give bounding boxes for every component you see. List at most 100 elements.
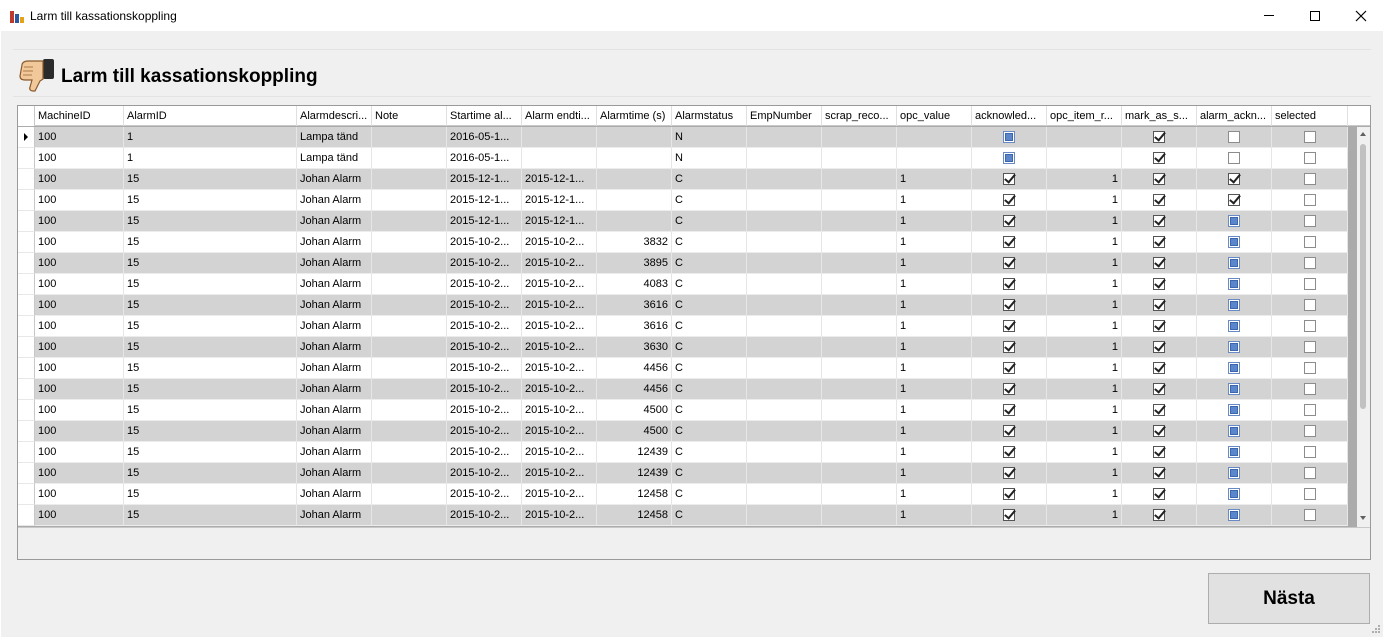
cell-emp[interactable] <box>747 505 822 526</box>
column-header-ack[interactable]: acknowled... <box>972 106 1047 126</box>
cell-end[interactable]: 2015-10-2... <box>522 463 597 484</box>
cell-note[interactable] <box>372 169 447 190</box>
resize-grip-icon[interactable] <box>1371 624 1381 634</box>
cell-status[interactable]: C <box>672 379 747 400</box>
checkbox-ack[interactable] <box>1003 194 1015 206</box>
cell-opcitem[interactable]: 1 <box>1047 169 1122 190</box>
column-header-machine[interactable]: MachineID <box>35 106 124 126</box>
cell-machine[interactable]: 100 <box>35 211 124 232</box>
row-header[interactable] <box>18 505 35 526</box>
column-header-opcitem[interactable]: opc_item_r... <box>1047 106 1122 126</box>
cell-opc[interactable]: 1 <box>897 421 972 442</box>
cell-scrap[interactable] <box>822 358 897 379</box>
table-row[interactable]: 100 15 Johan Alarm 2015-10-2... 2015-10-2...… <box>18 463 1358 484</box>
cell-opc[interactable]: 1 <box>897 190 972 211</box>
row-header[interactable] <box>18 463 35 484</box>
table-row[interactable]: 100 15 Johan Alarm 2015-10-2... 2015-10-2...… <box>18 253 1358 274</box>
row-header[interactable] <box>18 148 35 169</box>
cell-opcitem[interactable]: 1 <box>1047 274 1122 295</box>
cell-time[interactable]: 12458 <box>597 484 672 505</box>
cell-time[interactable]: 12439 <box>597 463 672 484</box>
checkbox-mark[interactable] <box>1153 299 1165 311</box>
table-row[interactable]: 100 15 Johan Alarm 2015-10-2... 2015-10-2...… <box>18 484 1358 505</box>
table-row[interactable]: 100 15 Johan Alarm 2015-10-2... 2015-10-2...… <box>18 505 1358 526</box>
cell-end[interactable]: 2015-10-2... <box>522 316 597 337</box>
cell-alarm[interactable]: 15 <box>124 505 297 526</box>
cell-emp[interactable] <box>747 274 822 295</box>
cell-desc[interactable]: Johan Alarm <box>297 232 372 253</box>
cell-opc[interactable]: 1 <box>897 442 972 463</box>
cell-machine[interactable]: 100 <box>35 505 124 526</box>
cell-scrap[interactable] <box>822 400 897 421</box>
checkbox-ack[interactable] <box>1003 488 1015 500</box>
checkbox-sel[interactable] <box>1303 404 1316 416</box>
row-header[interactable] <box>18 127 35 148</box>
checkbox-mark[interactable] <box>1153 425 1165 437</box>
cell-alarm[interactable]: 15 <box>124 337 297 358</box>
cell-emp[interactable] <box>747 421 822 442</box>
cell-opc[interactable] <box>897 148 972 169</box>
cell-scrap[interactable] <box>822 337 897 358</box>
row-header[interactable] <box>18 358 35 379</box>
checkbox-sel[interactable] <box>1303 131 1316 143</box>
cell-scrap[interactable] <box>822 190 897 211</box>
vertical-scrollbar[interactable] <box>1357 127 1370 559</box>
cell-scrap[interactable] <box>822 295 897 316</box>
column-header-note[interactable]: Note <box>372 106 447 126</box>
cell-machine[interactable]: 100 <box>35 148 124 169</box>
cell-desc[interactable]: Johan Alarm <box>297 358 372 379</box>
cell-time[interactable] <box>597 127 672 148</box>
cell-note[interactable] <box>372 148 447 169</box>
table-row[interactable]: 100 15 Johan Alarm 2015-10-2... 2015-10-2...… <box>18 232 1358 253</box>
cell-desc[interactable]: Johan Alarm <box>297 421 372 442</box>
checkbox-sel[interactable] <box>1303 509 1316 521</box>
cell-alarm[interactable]: 15 <box>124 358 297 379</box>
cell-alarm[interactable]: 15 <box>124 253 297 274</box>
cell-start[interactable]: 2015-10-2... <box>447 379 522 400</box>
cell-opcitem[interactable]: 1 <box>1047 358 1122 379</box>
cell-note[interactable] <box>372 337 447 358</box>
checkbox-aack[interactable] <box>1228 509 1240 521</box>
cell-end[interactable]: 2015-12-1... <box>522 169 597 190</box>
cell-scrap[interactable] <box>822 463 897 484</box>
cell-status[interactable]: C <box>672 253 747 274</box>
cell-alarm[interactable]: 15 <box>124 484 297 505</box>
table-row[interactable]: 100 15 Johan Alarm 2015-10-2... 2015-10-2...… <box>18 358 1358 379</box>
cell-note[interactable] <box>372 379 447 400</box>
cell-emp[interactable] <box>747 337 822 358</box>
cell-opcitem[interactable]: 1 <box>1047 421 1122 442</box>
checkbox-aack[interactable] <box>1228 467 1240 479</box>
cell-time[interactable]: 4456 <box>597 358 672 379</box>
cell-start[interactable]: 2015-10-2... <box>447 484 522 505</box>
checkbox-mark[interactable] <box>1153 173 1165 185</box>
checkbox-ack[interactable] <box>1003 215 1015 227</box>
cell-status[interactable]: C <box>672 190 747 211</box>
scroll-up-icon[interactable] <box>1360 132 1366 136</box>
row-header[interactable] <box>18 295 35 316</box>
table-row[interactable]: 100 15 Johan Alarm 2015-12-1... 2015-12-1...… <box>18 190 1358 211</box>
cell-end[interactable]: 2015-10-2... <box>522 337 597 358</box>
cell-start[interactable]: 2015-12-1... <box>447 211 522 232</box>
column-header-desc[interactable]: Alarmdescri... <box>297 106 372 126</box>
cell-desc[interactable]: Johan Alarm <box>297 316 372 337</box>
cell-time[interactable]: 3630 <box>597 337 672 358</box>
row-header[interactable] <box>18 169 35 190</box>
checkbox-ack[interactable] <box>1003 404 1015 416</box>
checkbox-mark[interactable] <box>1153 467 1165 479</box>
cell-note[interactable] <box>372 232 447 253</box>
cell-alarm[interactable]: 15 <box>124 295 297 316</box>
cell-alarm[interactable]: 1 <box>124 148 297 169</box>
row-header[interactable] <box>18 253 35 274</box>
table-row[interactable]: 100 1 Lampa tänd 2016-05-1... N <box>18 127 1358 148</box>
checkbox-sel[interactable] <box>1303 236 1316 248</box>
cell-alarm[interactable]: 15 <box>124 400 297 421</box>
cell-machine[interactable]: 100 <box>35 316 124 337</box>
cell-emp[interactable] <box>747 253 822 274</box>
checkbox-aack[interactable] <box>1228 173 1240 185</box>
cell-status[interactable]: C <box>672 358 747 379</box>
checkbox-mark[interactable] <box>1153 383 1165 395</box>
checkbox-sel[interactable] <box>1303 467 1316 479</box>
cell-emp[interactable] <box>747 400 822 421</box>
cell-desc[interactable]: Johan Alarm <box>297 253 372 274</box>
cell-machine[interactable]: 100 <box>35 358 124 379</box>
